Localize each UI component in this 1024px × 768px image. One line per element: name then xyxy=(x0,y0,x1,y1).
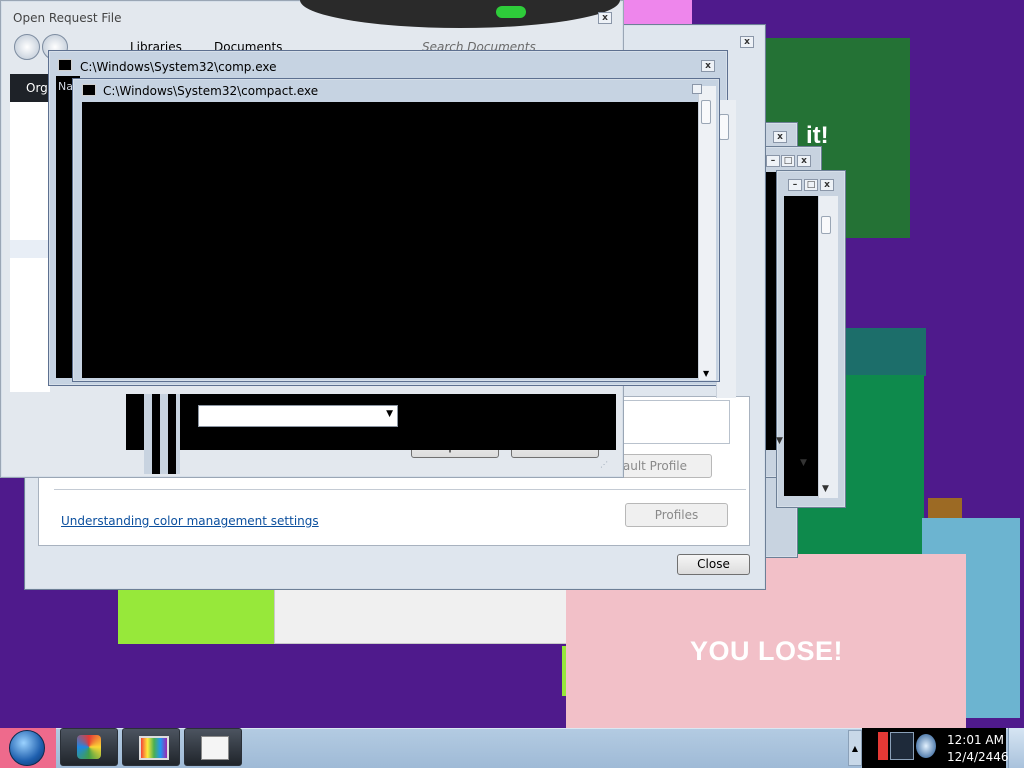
stacked-3-scroll-down-icon[interactable]: ▼ xyxy=(800,458,807,468)
brown-panel xyxy=(928,498,962,518)
volume-icon[interactable] xyxy=(878,732,888,760)
profiles-button[interactable]: Profiles xyxy=(625,503,728,527)
nav-selected-item[interactable] xyxy=(10,240,50,258)
green-glow xyxy=(496,6,526,18)
scroll-down-icon[interactable]: ▼ xyxy=(703,369,709,378)
back-button[interactable] xyxy=(14,34,40,60)
compact-exe-icon xyxy=(82,84,96,96)
color-management-close-icon[interactable]: x xyxy=(740,36,754,48)
close-button[interactable]: Close xyxy=(677,554,750,575)
file-type-dropdown-overlay[interactable]: ▼ xyxy=(198,405,398,427)
stacked-4-maximize-icon[interactable]: □ xyxy=(804,179,818,191)
network-icon[interactable] xyxy=(890,732,914,760)
comp-exe-sidebar-label: Na xyxy=(58,80,73,93)
taskbar-app-1[interactable] xyxy=(60,728,118,766)
document-icon xyxy=(201,736,229,760)
colorful-app-icon xyxy=(77,735,101,759)
taskbar-app-2[interactable] xyxy=(122,728,180,766)
resize-grip-icon[interactable]: ⋰ xyxy=(600,460,608,469)
comp-exe-close-icon[interactable]: x xyxy=(701,60,715,72)
compact-exe-scrollbar[interactable]: ▼ xyxy=(698,86,716,380)
stacked-3-minimize-icon[interactable]: – xyxy=(766,155,780,167)
stacked-4-minimize-icon[interactable]: – xyxy=(788,179,802,191)
color-management-divider xyxy=(54,489,746,490)
show-desktop-button[interactable] xyxy=(1008,728,1024,768)
lime-panel xyxy=(118,590,274,644)
stacked-4-scroll-down-icon[interactable]: ▼ xyxy=(822,484,829,494)
color-management-help-link[interactable]: Understanding color management settings xyxy=(61,514,319,528)
console-fragment-bars xyxy=(144,394,180,474)
stacked-4-scrollbar[interactable] xyxy=(818,196,838,498)
comp-exe-icon xyxy=(58,59,72,71)
compact-exe-console xyxy=(82,102,698,378)
stacked-2-close-icon[interactable]: x xyxy=(773,131,787,143)
comp-exe-title: C:\Windows\System32\comp.exe xyxy=(80,60,277,74)
teal-panel xyxy=(840,328,926,376)
start-button[interactable] xyxy=(9,730,45,766)
open-request-close-icon[interactable]: x xyxy=(598,12,612,24)
clock-time: 12:01 AM xyxy=(947,733,1004,747)
stacked-3-close-icon[interactable]: x xyxy=(797,155,811,167)
chevron-down-icon: ▼ xyxy=(386,409,393,419)
stacked-4-console xyxy=(784,196,818,496)
system-tray-icon[interactable] xyxy=(916,734,936,758)
organize-label[interactable]: Org xyxy=(26,81,48,95)
clock-date: 12/4/2446 xyxy=(947,750,1009,764)
stacked-3-maximize-icon[interactable]: □ xyxy=(781,155,795,167)
show-hidden-icons-button[interactable]: ▲ xyxy=(848,730,862,766)
stacked-2-scroll-down-icon[interactable]: ▼ xyxy=(776,436,783,446)
stacked-4-close-icon[interactable]: x xyxy=(820,179,834,191)
compact-exe-minimize-icon[interactable] xyxy=(692,84,702,94)
taskbar-app-3[interactable] xyxy=(184,728,242,766)
compact-exe-title: C:\Windows\System32\compact.exe xyxy=(103,84,319,98)
you-lose-text: YOU LOSE! xyxy=(690,636,844,666)
open-request-file-title: Open Request File xyxy=(13,11,122,25)
monitor-icon xyxy=(139,736,169,760)
you-lose-green-edge xyxy=(562,646,566,696)
